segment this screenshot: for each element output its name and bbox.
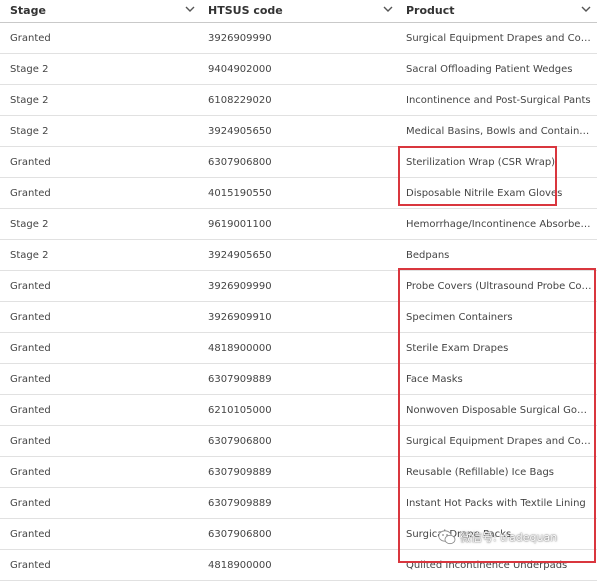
htsus-code-cell: 3926909910 (208, 312, 272, 323)
table-row[interactable]: Granted 6307909889 Instant Hot Packs with … (0, 488, 597, 519)
product-cell: Surgical Equipment Drapes and Covers (406, 436, 594, 447)
stage-cell: Granted (10, 33, 51, 44)
table-header: Stage HTSUS code Product (0, 0, 597, 23)
htsus-code-cell: 4818900000 (208, 343, 272, 354)
htsus-code-cell: 6307906800 (208, 157, 272, 168)
table-row[interactable]: Granted 4818900000 Quilted Incontinence Un… (0, 550, 597, 581)
htsus-code-cell: 6307906800 (208, 529, 272, 540)
product-cell: Sterilization Wrap (CSR Wrap) (406, 157, 556, 168)
chevron-down-icon[interactable] (580, 3, 592, 15)
htsus-code-cell: 4015190550 (208, 188, 272, 199)
stage-cell: Granted (10, 560, 51, 571)
column-header-product[interactable]: Product (406, 4, 455, 17)
watermark: 微信号: tradequan (438, 528, 557, 546)
product-cell: Hemorrhage/Incontinence Absorbent Pads (406, 219, 594, 230)
product-cell: Nonwoven Disposable Surgical Gowns (406, 405, 594, 416)
htsus-code-cell: 6210105000 (208, 405, 272, 416)
table-row[interactable]: Stage 2 9404902000 Sacral Offloading Patie… (0, 54, 597, 85)
chevron-down-icon[interactable] (184, 3, 196, 15)
product-cell: Incontinence and Post-Surgical Pants (406, 95, 591, 106)
watermark-text: 微信号: tradequan (460, 531, 558, 544)
htsus-code-cell: 3924905650 (208, 250, 272, 261)
column-header-stage[interactable]: Stage (10, 4, 46, 17)
stage-cell: Granted (10, 343, 51, 354)
product-cell: Quilted Incontinence Underpads (406, 560, 568, 571)
table-row[interactable]: Granted 6307909889 Face Masks (0, 364, 597, 395)
stage-cell: Granted (10, 467, 51, 478)
table-body: Granted 3926909990 Surgical Equipment Drap… (0, 23, 597, 581)
stage-cell: Granted (10, 188, 51, 199)
product-cell: Instant Hot Packs with Textile Lining (406, 498, 586, 509)
product-cell: Sterile Exam Drapes (406, 343, 509, 354)
stage-cell: Granted (10, 498, 51, 509)
stage-cell: Stage 2 (10, 219, 49, 230)
product-cell: Reusable (Refillable) Ice Bags (406, 467, 555, 478)
column-header-htsus-code[interactable]: HTSUS code (208, 4, 283, 17)
stage-cell: Granted (10, 405, 51, 416)
table-row[interactable]: Granted 6307909889 Reusable (Refillable) I… (0, 457, 597, 488)
stage-cell: Stage 2 (10, 64, 49, 75)
wechat-icon (438, 529, 456, 544)
htsus-code-cell: 3926909990 (208, 281, 272, 292)
htsus-code-cell: 4818900000 (208, 560, 272, 571)
table-row[interactable]: Stage 2 3924905650 Bedpans (0, 240, 597, 271)
product-cell: Probe Covers (Ultrasound Probe Covers) (406, 281, 594, 292)
table-row[interactable]: Granted 6307906800 Surgical Equipment Drap… (0, 426, 597, 457)
stage-cell: Granted (10, 374, 51, 385)
htsus-code-cell: 3924905650 (208, 126, 272, 137)
table-row[interactable]: Granted 3926909990 Probe Covers (Ultrasoun… (0, 271, 597, 302)
product-cell: Face Masks (406, 374, 463, 385)
product-cell: Medical Basins, Bowls and Containers (406, 126, 594, 137)
product-cell: Specimen Containers (406, 312, 513, 323)
table-row[interactable]: Stage 2 3924905650 Medical Basins, Bowls a… (0, 116, 597, 147)
stage-cell: Granted (10, 281, 51, 292)
table-row[interactable]: Granted 3926909990 Surgical Equipment Drap… (0, 23, 597, 54)
htsus-code-cell: 6108229020 (208, 95, 272, 106)
product-cell: Disposable Nitrile Exam Gloves (406, 188, 563, 199)
table-row[interactable]: Granted 4015190550 Disposable Nitrile Exam… (0, 178, 597, 209)
htsus-code-cell: 3926909990 (208, 33, 272, 44)
stage-cell: Stage 2 (10, 126, 49, 137)
chevron-down-icon[interactable] (382, 3, 394, 15)
stage-cell: Granted (10, 312, 51, 323)
htsus-code-cell: 6307909889 (208, 498, 272, 509)
stage-cell: Granted (10, 157, 51, 168)
stage-cell: Granted (10, 436, 51, 447)
stage-cell: Granted (10, 529, 51, 540)
htsus-code-cell: 6307909889 (208, 374, 272, 385)
table-row[interactable]: Granted 6307906800 Sterilization Wrap (CSR… (0, 147, 597, 178)
htsus-code-cell: 6307909889 (208, 467, 272, 478)
tariff-table: Stage HTSUS code Product Granted 39269099… (0, 0, 597, 581)
table-row[interactable]: Stage 2 6108229020 Incontinence and Post-S… (0, 85, 597, 116)
stage-cell: Stage 2 (10, 95, 49, 106)
htsus-code-cell: 9404902000 (208, 64, 272, 75)
product-cell: Sacral Offloading Patient Wedges (406, 64, 573, 75)
table-row[interactable]: Stage 2 9619001100 Hemorrhage/Incontinence… (0, 209, 597, 240)
table-row[interactable]: Granted 3926909910 Specimen Containers (0, 302, 597, 333)
product-cell: Bedpans (406, 250, 450, 261)
htsus-code-cell: 9619001100 (208, 219, 272, 230)
stage-cell: Stage 2 (10, 250, 49, 261)
table-row[interactable]: Granted 6210105000 Nonwoven Disposable Sur… (0, 395, 597, 426)
htsus-code-cell: 6307906800 (208, 436, 272, 447)
table-row[interactable]: Granted 4818900000 Sterile Exam Drapes (0, 333, 597, 364)
product-cell: Surgical Equipment Drapes and Covers (406, 33, 594, 44)
